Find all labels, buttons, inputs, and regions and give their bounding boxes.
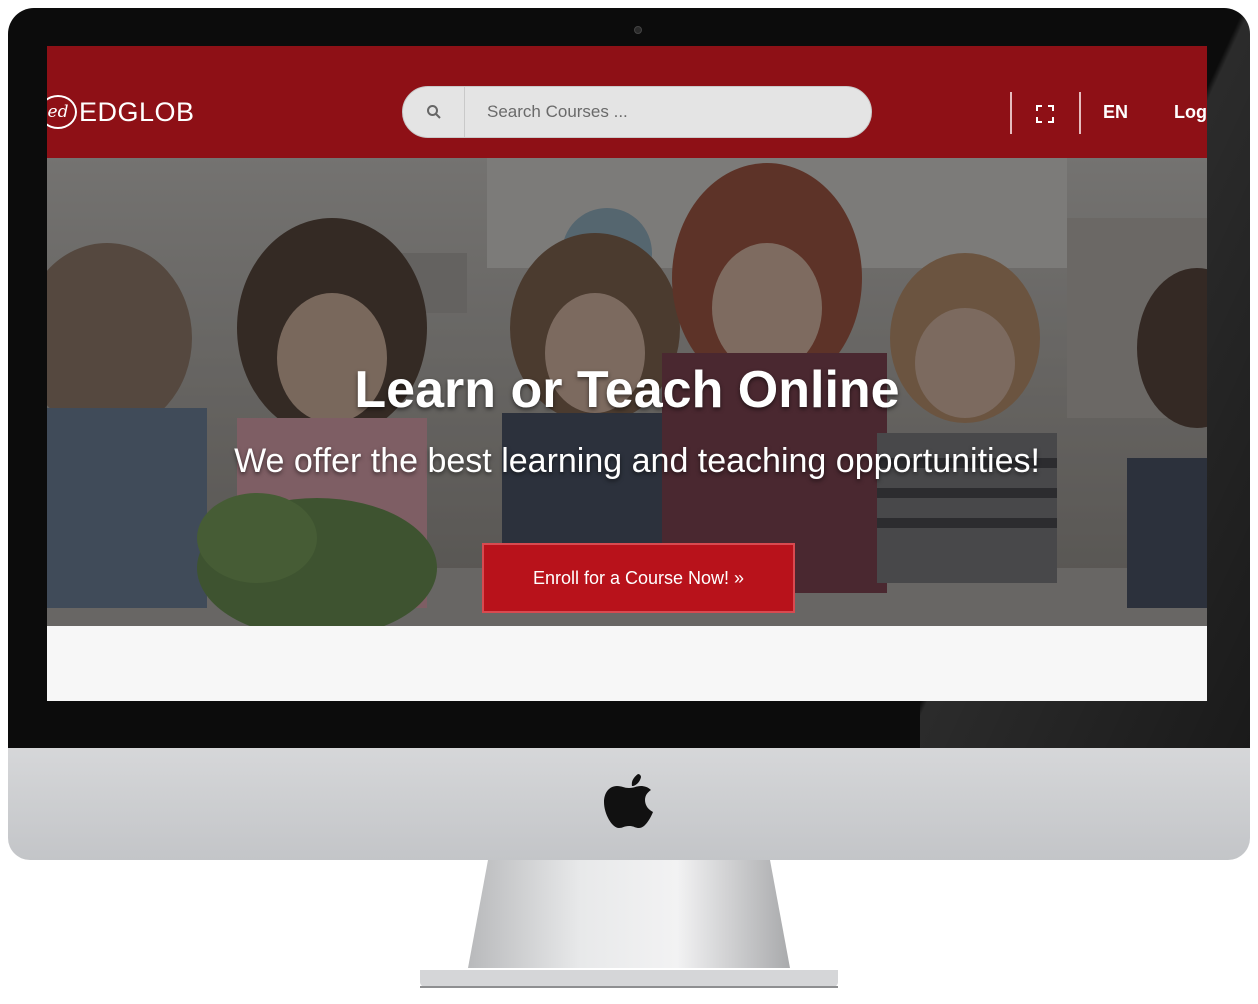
- search-icon[interactable]: [403, 86, 465, 138]
- top-navbar: ed EDGLOB EN Log: [47, 46, 1207, 158]
- brand-logo[interactable]: ed EDGLOB: [47, 95, 195, 129]
- nav-divider: [1010, 92, 1012, 134]
- language-selector[interactable]: EN: [1103, 102, 1128, 123]
- enroll-course-button[interactable]: Enroll for a Course Now! »: [482, 543, 795, 613]
- brand-mark: ed: [47, 95, 77, 129]
- screen: ed EDGLOB EN Log: [47, 46, 1207, 701]
- monitor-stand: [420, 860, 838, 988]
- camera-dot: [634, 26, 642, 34]
- hero-subtitle: We offer the best learning and teaching …: [234, 442, 1040, 480]
- fullscreen-icon[interactable]: [1035, 104, 1055, 124]
- hero-title: Learn or Teach Online: [354, 361, 900, 419]
- hero-banner: Learn or Teach Online We offer the best …: [47, 158, 1207, 626]
- login-link[interactable]: Log: [1174, 102, 1207, 123]
- apple-logo-icon: [604, 774, 653, 828]
- nav-divider: [1079, 92, 1081, 134]
- search-input[interactable]: [465, 87, 871, 137]
- content-area: [47, 626, 1207, 701]
- search-bar: [402, 86, 872, 138]
- brand-name: EDGLOB: [79, 96, 195, 127]
